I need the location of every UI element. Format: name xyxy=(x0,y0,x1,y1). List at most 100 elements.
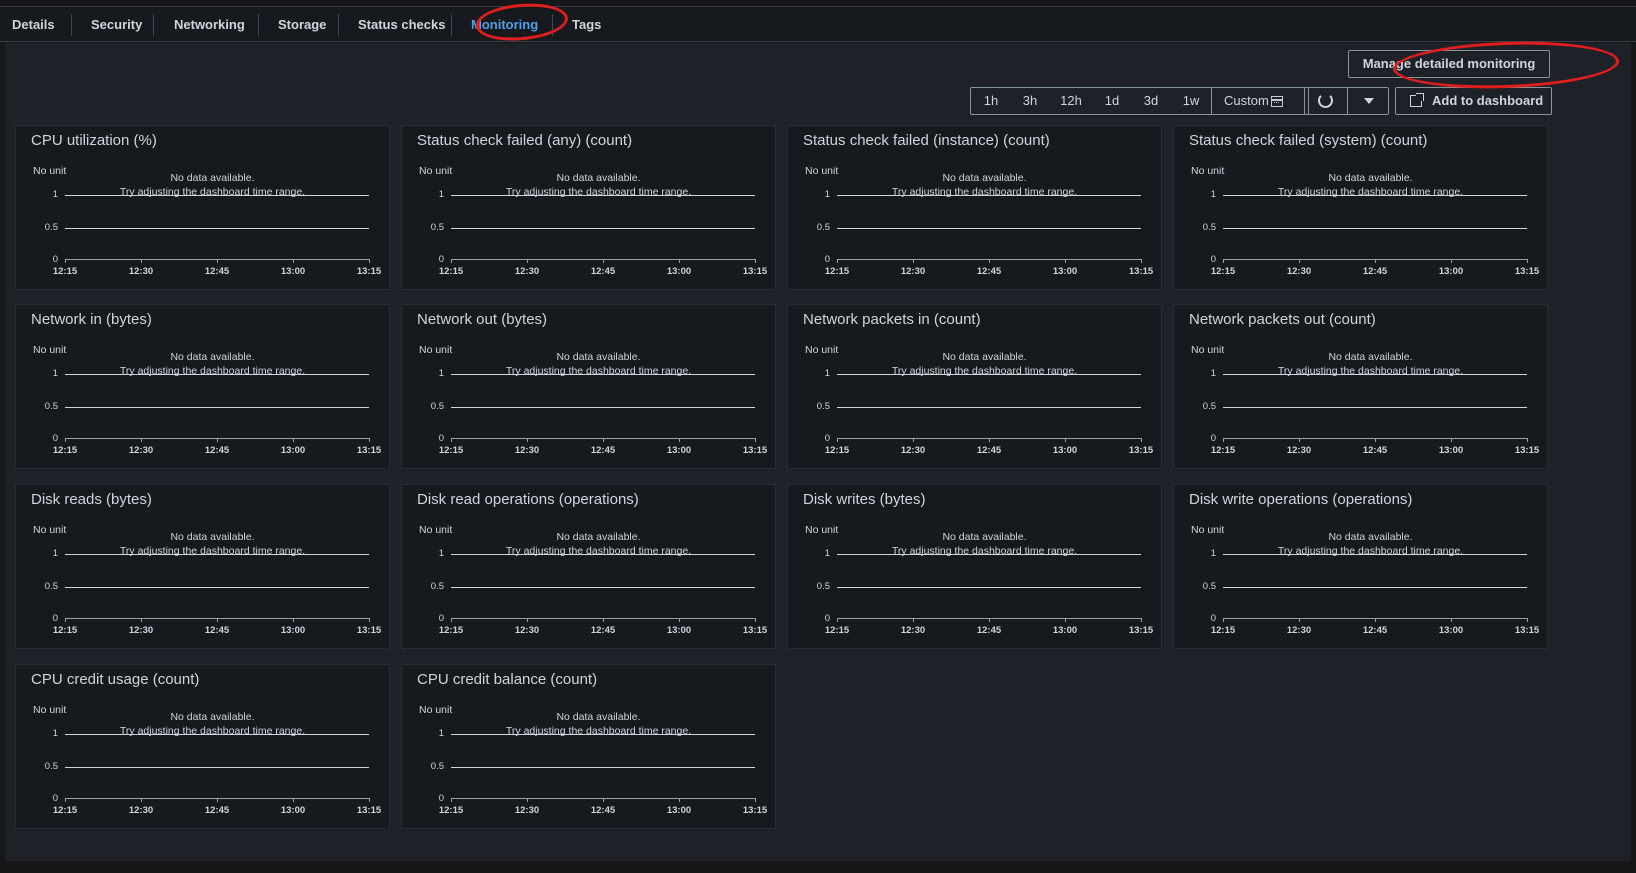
refresh-button[interactable] xyxy=(1305,88,1347,114)
no-data-hint: Try adjusting the dashboard time range. xyxy=(505,186,692,198)
gridline xyxy=(1223,374,1527,375)
no-data-message: No data available. xyxy=(942,531,1027,543)
x-tick-label: 12:15 xyxy=(824,625,850,636)
x-tick xyxy=(989,259,990,263)
range-custom[interactable]: Custom xyxy=(1211,88,1293,114)
tab-monitoring[interactable]: Monitoring xyxy=(469,14,540,36)
no-data-hint: Try adjusting the dashboard time range. xyxy=(505,365,692,377)
x-tick xyxy=(1065,438,1066,442)
add-to-dashboard-button[interactable]: Add to dashboard xyxy=(1395,87,1552,115)
no-data-message: No data available. xyxy=(556,172,641,184)
range-1d[interactable]: 1d xyxy=(1093,88,1131,114)
y-tick-label: 0 xyxy=(438,793,444,804)
x-tick-label: 12:30 xyxy=(128,445,154,456)
x-tick-label: 13:15 xyxy=(1128,445,1154,456)
x-tick xyxy=(679,798,680,802)
x-tick xyxy=(451,438,452,442)
x-tick xyxy=(755,438,756,442)
x-tick xyxy=(293,259,294,263)
x-tick xyxy=(369,259,370,263)
x-tick-label: 12:15 xyxy=(52,445,78,456)
x-tick xyxy=(603,618,604,622)
x-tick-label: 13:15 xyxy=(356,266,382,277)
x-tick xyxy=(527,259,528,263)
y-tick-label: 1 xyxy=(824,548,830,559)
x-tick xyxy=(217,798,218,802)
tab-tags[interactable]: Tags xyxy=(570,14,603,36)
gridline xyxy=(451,374,755,375)
no-data-hint: Try adjusting the dashboard time range. xyxy=(891,545,1078,557)
x-tick xyxy=(603,259,604,263)
x-tick-label: 13:15 xyxy=(356,625,382,636)
range-1w[interactable]: 1w xyxy=(1171,88,1211,114)
y-tick-label: 1 xyxy=(52,548,58,559)
x-tick-label: 12:15 xyxy=(1210,266,1236,277)
range-1h[interactable]: 1h xyxy=(971,88,1011,114)
x-tick-label: 12:15 xyxy=(438,266,464,277)
x-tick xyxy=(755,259,756,263)
range-12h[interactable]: 12h xyxy=(1049,88,1093,114)
x-tick xyxy=(837,259,838,263)
metric-widget: Disk read operations (operations) No unit… xyxy=(401,484,776,649)
gridline xyxy=(837,228,1141,229)
range-3h[interactable]: 3h xyxy=(1011,88,1049,114)
y-tick-label: 0.5 xyxy=(44,401,58,412)
y-tick-label: 1 xyxy=(1210,368,1216,379)
gridline xyxy=(837,374,1141,375)
refresh-interval-dropdown[interactable] xyxy=(1346,88,1389,114)
x-tick xyxy=(755,618,756,622)
tab-networking[interactable]: Networking xyxy=(172,14,247,36)
tab-security[interactable]: Security xyxy=(89,14,144,36)
metric-widget: Network packets out (count) No unit No dat… xyxy=(1173,304,1548,469)
widget-title: Disk writes (bytes) xyxy=(803,491,926,508)
x-tick xyxy=(369,438,370,442)
top-border xyxy=(0,0,1636,7)
x-tick xyxy=(1299,618,1300,622)
y-tick-label: 0 xyxy=(824,613,830,624)
no-data-hint: Try adjusting the dashboard time range. xyxy=(891,186,1078,198)
tab-status-checks[interactable]: Status checks xyxy=(356,14,447,36)
no-data-message: No data available. xyxy=(556,351,641,363)
x-tick xyxy=(527,438,528,442)
x-tick-label: 13:00 xyxy=(280,445,306,456)
gridline xyxy=(451,767,755,768)
gridline xyxy=(837,195,1141,196)
gridline xyxy=(451,407,755,408)
tab-divider xyxy=(71,14,72,36)
x-tick xyxy=(837,438,838,442)
no-data-message: No data available. xyxy=(556,711,641,723)
no-data-message: No data available. xyxy=(170,172,255,184)
y-tick-label: 0 xyxy=(438,613,444,624)
no-data-hint: Try adjusting the dashboard time range. xyxy=(119,725,306,737)
gridline xyxy=(451,734,755,735)
x-tick xyxy=(527,618,528,622)
widget-title: CPU utilization (%) xyxy=(31,132,157,149)
y-tick-label: 0 xyxy=(824,433,830,444)
x-tick xyxy=(141,798,142,802)
x-tick xyxy=(65,438,66,442)
gridline xyxy=(451,228,755,229)
x-tick xyxy=(603,798,604,802)
x-tick xyxy=(1375,259,1376,263)
tab-divider xyxy=(258,14,259,36)
x-tick-label: 12:30 xyxy=(1286,445,1312,456)
metric-widget: CPU credit balance (count) No unit No data… xyxy=(401,664,776,829)
tab-details[interactable]: Details xyxy=(10,14,57,36)
x-tick xyxy=(1527,259,1528,263)
range-3d[interactable]: 3d xyxy=(1131,88,1171,114)
x-tick xyxy=(527,798,528,802)
y-tick-label: 0 xyxy=(438,433,444,444)
tab-storage[interactable]: Storage xyxy=(276,14,328,36)
x-tick-label: 12:45 xyxy=(204,266,230,277)
x-tick-label: 13:00 xyxy=(280,625,306,636)
y-tick-label: 0.5 xyxy=(1202,401,1216,412)
metric-widget: Status check failed (instance) (count) No… xyxy=(787,125,1162,290)
x-tick xyxy=(1141,438,1142,442)
x-tick-label: 12:45 xyxy=(590,266,616,277)
x-tick xyxy=(1065,259,1066,263)
x-tick-label: 12:30 xyxy=(514,625,540,636)
tab-divider xyxy=(338,14,339,36)
y-tick-label: 1 xyxy=(438,368,444,379)
manage-detailed-monitoring-button[interactable]: Manage detailed monitoring xyxy=(1348,50,1550,78)
x-tick-label: 13:00 xyxy=(666,805,692,816)
